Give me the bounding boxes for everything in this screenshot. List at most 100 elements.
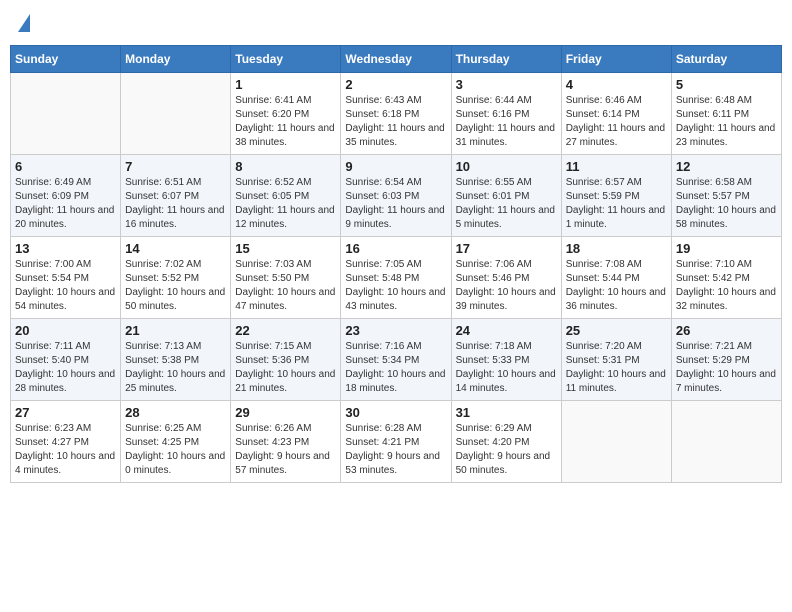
day-number: 11 (566, 159, 667, 174)
day-of-week-header: Tuesday (231, 46, 341, 73)
day-of-week-header: Monday (121, 46, 231, 73)
calendar-day-cell (121, 73, 231, 155)
calendar-day-cell: 9 Sunrise: 6:54 AM Sunset: 6:03 PM Daylig… (341, 155, 451, 237)
day-number: 2 (345, 77, 446, 92)
day-number: 19 (676, 241, 777, 256)
day-number: 30 (345, 405, 446, 420)
day-info: Sunrise: 7:13 AM Sunset: 5:38 PM Dayligh… (125, 340, 226, 396)
day-number: 13 (15, 241, 116, 256)
calendar-week-row: 1 Sunrise: 6:41 AM Sunset: 6:20 PM Daylig… (11, 73, 782, 155)
day-info: Sunrise: 6:46 AM Sunset: 6:14 PM Dayligh… (566, 94, 667, 150)
day-number: 26 (676, 323, 777, 338)
day-of-week-header: Saturday (671, 46, 781, 73)
day-number: 22 (235, 323, 336, 338)
calendar-day-cell: 20Sunrise: 7:11 AM Sunset: 5:40 PM Dayli… (11, 319, 121, 401)
calendar-day-cell: 7 Sunrise: 6:51 AM Sunset: 6:07 PM Daylig… (121, 155, 231, 237)
day-number: 25 (566, 323, 667, 338)
calendar-day-cell: 13 Sunrise: 7:00 AM Sunset: 5:54 PM Dayli… (11, 237, 121, 319)
day-number: 8 (235, 159, 336, 174)
calendar-day-cell: 18 Sunrise: 7:08 AM Sunset: 5:44 PM Dayli… (561, 237, 671, 319)
day-number: 28 (125, 405, 226, 420)
day-info: Sunrise: 7:06 AM Sunset: 5:46 PM Dayligh… (456, 258, 557, 314)
calendar-week-row: 27Sunrise: 6:23 AM Sunset: 4:27 PM Dayli… (11, 401, 782, 483)
day-number: 31 (456, 405, 557, 420)
calendar-day-cell: 5 Sunrise: 6:48 AM Sunset: 6:11 PM Daylig… (671, 73, 781, 155)
calendar-day-cell: 8 Sunrise: 6:52 AM Sunset: 6:05 PM Daylig… (231, 155, 341, 237)
page-header (10, 10, 782, 37)
day-of-week-header: Thursday (451, 46, 561, 73)
day-info: Sunrise: 7:05 AM Sunset: 5:48 PM Dayligh… (345, 258, 446, 314)
day-info: Sunrise: 6:54 AM Sunset: 6:03 PM Dayligh… (345, 176, 446, 232)
day-number: 17 (456, 241, 557, 256)
day-number: 5 (676, 77, 777, 92)
calendar-day-cell: 16Sunrise: 7:05 AM Sunset: 5:48 PM Dayli… (341, 237, 451, 319)
day-info: Sunrise: 6:52 AM Sunset: 6:05 PM Dayligh… (235, 176, 336, 232)
day-info: Sunrise: 7:21 AM Sunset: 5:29 PM Dayligh… (676, 340, 777, 396)
calendar-day-cell: 31 Sunrise: 6:29 AM Sunset: 4:20 PM Dayli… (451, 401, 561, 483)
day-info: Sunrise: 7:20 AM Sunset: 5:31 PM Dayligh… (566, 340, 667, 396)
day-number: 23 (345, 323, 446, 338)
calendar-week-row: 6 Sunrise: 6:49 AM Sunset: 6:09 PM Daylig… (11, 155, 782, 237)
calendar-day-cell: 11 Sunrise: 6:57 AM Sunset: 5:59 PM Dayli… (561, 155, 671, 237)
day-of-week-header: Wednesday (341, 46, 451, 73)
calendar-day-cell: 4 Sunrise: 6:46 AM Sunset: 6:14 PM Daylig… (561, 73, 671, 155)
logo (16, 14, 30, 33)
day-info: Sunrise: 7:08 AM Sunset: 5:44 PM Dayligh… (566, 258, 667, 314)
day-info: Sunrise: 6:51 AM Sunset: 6:07 PM Dayligh… (125, 176, 226, 232)
calendar-day-cell (561, 401, 671, 483)
calendar-day-cell: 26 Sunrise: 7:21 AM Sunset: 5:29 PM Dayli… (671, 319, 781, 401)
calendar-day-cell: 25 Sunrise: 7:20 AM Sunset: 5:31 PM Dayli… (561, 319, 671, 401)
day-info: Sunrise: 6:58 AM Sunset: 5:57 PM Dayligh… (676, 176, 777, 232)
calendar-day-cell: 27Sunrise: 6:23 AM Sunset: 4:27 PM Dayli… (11, 401, 121, 483)
day-info: Sunrise: 6:29 AM Sunset: 4:20 PM Dayligh… (456, 422, 557, 478)
day-info: Sunrise: 7:00 AM Sunset: 5:54 PM Dayligh… (15, 258, 116, 314)
day-info: Sunrise: 7:10 AM Sunset: 5:42 PM Dayligh… (676, 258, 777, 314)
calendar-week-row: 13 Sunrise: 7:00 AM Sunset: 5:54 PM Dayli… (11, 237, 782, 319)
calendar-day-cell: 22Sunrise: 7:15 AM Sunset: 5:36 PM Dayli… (231, 319, 341, 401)
calendar-day-cell: 28 Sunrise: 6:25 AM Sunset: 4:25 PM Dayli… (121, 401, 231, 483)
day-info: Sunrise: 6:41 AM Sunset: 6:20 PM Dayligh… (235, 94, 336, 150)
day-number: 18 (566, 241, 667, 256)
calendar-day-cell: 15Sunrise: 7:03 AM Sunset: 5:50 PM Dayli… (231, 237, 341, 319)
day-info: Sunrise: 7:16 AM Sunset: 5:34 PM Dayligh… (345, 340, 446, 396)
day-info: Sunrise: 6:43 AM Sunset: 6:18 PM Dayligh… (345, 94, 446, 150)
day-number: 24 (456, 323, 557, 338)
calendar-day-cell: 10Sunrise: 6:55 AM Sunset: 6:01 PM Dayli… (451, 155, 561, 237)
day-number: 12 (676, 159, 777, 174)
day-number: 6 (15, 159, 116, 174)
day-info: Sunrise: 6:25 AM Sunset: 4:25 PM Dayligh… (125, 422, 226, 478)
calendar-day-cell: 30 Sunrise: 6:28 AM Sunset: 4:21 PM Dayli… (341, 401, 451, 483)
day-info: Sunrise: 7:03 AM Sunset: 5:50 PM Dayligh… (235, 258, 336, 314)
day-of-week-header: Friday (561, 46, 671, 73)
calendar-day-cell: 6 Sunrise: 6:49 AM Sunset: 6:09 PM Daylig… (11, 155, 121, 237)
day-info: Sunrise: 6:57 AM Sunset: 5:59 PM Dayligh… (566, 176, 667, 232)
day-number: 1 (235, 77, 336, 92)
calendar-day-cell: 2 Sunrise: 6:43 AM Sunset: 6:18 PM Daylig… (341, 73, 451, 155)
calendar-day-cell: 19 Sunrise: 7:10 AM Sunset: 5:42 PM Dayli… (671, 237, 781, 319)
day-info: Sunrise: 6:26 AM Sunset: 4:23 PM Dayligh… (235, 422, 336, 478)
calendar-day-cell: 3 Sunrise: 6:44 AM Sunset: 6:16 PM Daylig… (451, 73, 561, 155)
day-info: Sunrise: 6:28 AM Sunset: 4:21 PM Dayligh… (345, 422, 446, 478)
day-number: 7 (125, 159, 226, 174)
calendar-table: SundayMondayTuesdayWednesdayThursdayFrid… (10, 45, 782, 483)
calendar-day-cell: 14 Sunrise: 7:02 AM Sunset: 5:52 PM Dayli… (121, 237, 231, 319)
day-number: 29 (235, 405, 336, 420)
day-info: Sunrise: 6:44 AM Sunset: 6:16 PM Dayligh… (456, 94, 557, 150)
day-number: 10 (456, 159, 557, 174)
day-info: Sunrise: 6:49 AM Sunset: 6:09 PM Dayligh… (15, 176, 116, 232)
day-info: Sunrise: 6:23 AM Sunset: 4:27 PM Dayligh… (15, 422, 116, 478)
day-info: Sunrise: 7:02 AM Sunset: 5:52 PM Dayligh… (125, 258, 226, 314)
calendar-day-cell (11, 73, 121, 155)
calendar-day-cell: 21Sunrise: 7:13 AM Sunset: 5:38 PM Dayli… (121, 319, 231, 401)
calendar-header-row: SundayMondayTuesdayWednesdayThursdayFrid… (11, 46, 782, 73)
day-number: 14 (125, 241, 226, 256)
day-info: Sunrise: 6:48 AM Sunset: 6:11 PM Dayligh… (676, 94, 777, 150)
calendar-day-cell: 24Sunrise: 7:18 AM Sunset: 5:33 PM Dayli… (451, 319, 561, 401)
day-info: Sunrise: 7:11 AM Sunset: 5:40 PM Dayligh… (15, 340, 116, 396)
day-number: 4 (566, 77, 667, 92)
day-number: 3 (456, 77, 557, 92)
calendar-day-cell: 12 Sunrise: 6:58 AM Sunset: 5:57 PM Dayli… (671, 155, 781, 237)
calendar-week-row: 20Sunrise: 7:11 AM Sunset: 5:40 PM Dayli… (11, 319, 782, 401)
calendar-day-cell: 29 Sunrise: 6:26 AM Sunset: 4:23 PM Dayli… (231, 401, 341, 483)
day-number: 9 (345, 159, 446, 174)
